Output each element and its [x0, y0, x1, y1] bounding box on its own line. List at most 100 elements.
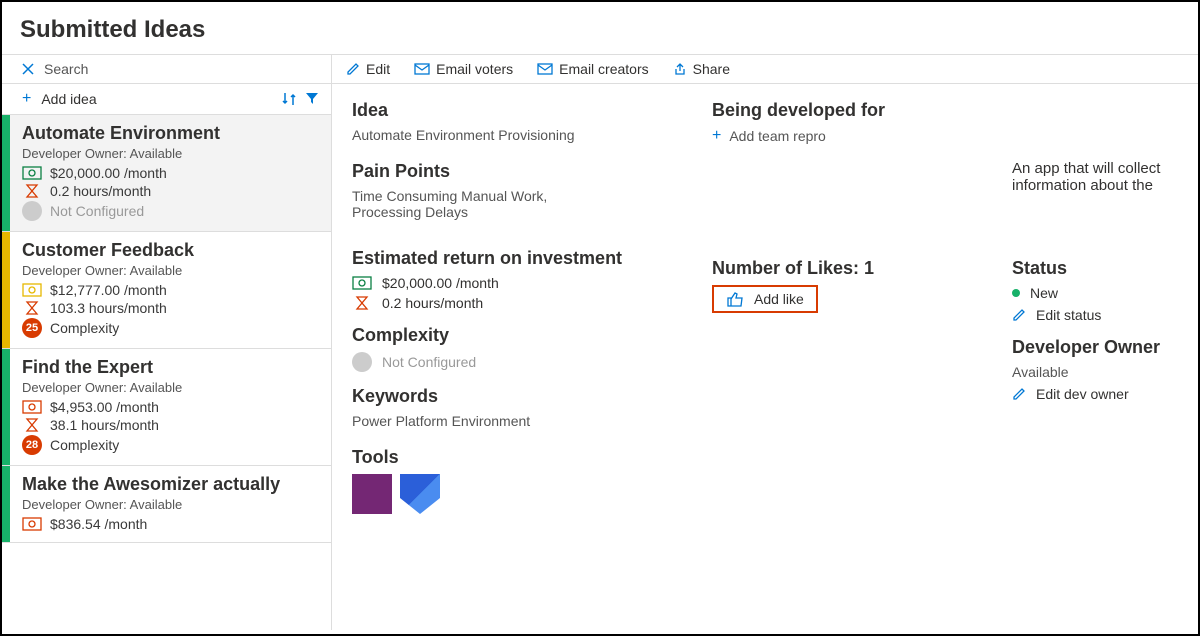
- email-voters-button[interactable]: Email voters: [414, 61, 513, 77]
- ideas-list: Automate EnvironmentDeveloper Owner: Ava…: [2, 115, 331, 630]
- add-like-label: Add like: [754, 291, 804, 307]
- idea-title: Find the Expert: [22, 357, 317, 378]
- idea-title: Make the Awesomizer actually: [22, 474, 317, 495]
- roi-cost-value: $20,000.00 /month: [382, 275, 499, 291]
- color-bar: [2, 466, 10, 542]
- status-label: Status: [1012, 258, 1178, 279]
- add-team-repro-label: Add team repro: [729, 128, 826, 144]
- idea-owner: Developer Owner: Available: [22, 263, 317, 278]
- idea-cost: $836.54 /month: [22, 516, 317, 532]
- complexity-badge-icon: [352, 352, 372, 372]
- edit-status-link[interactable]: Edit status: [1012, 307, 1178, 323]
- color-bar: [2, 232, 10, 348]
- idea-cost: $4,953.00 /month: [22, 399, 317, 415]
- tool-tile-blue[interactable]: [400, 474, 440, 514]
- money-icon: [22, 516, 42, 532]
- complexity-badge-icon: 28: [22, 435, 42, 455]
- tool-tile-purple[interactable]: [352, 474, 392, 514]
- hourglass-icon: [22, 300, 42, 316]
- pain-value: Time Consuming Manual Work, Processing D…: [352, 188, 612, 220]
- share-icon: [673, 62, 687, 76]
- likes-label: Number of Likes: 1: [712, 258, 992, 279]
- email-creators-label: Email creators: [559, 61, 648, 77]
- roi-hours: 0.2 hours/month: [352, 295, 692, 311]
- idea-item[interactable]: Automate EnvironmentDeveloper Owner: Ava…: [2, 115, 331, 232]
- idea-owner: Developer Owner: Available: [22, 146, 317, 161]
- status-row: New: [1012, 285, 1178, 301]
- filter-icon[interactable]: [305, 91, 319, 107]
- detail-panel: Idea Automate Environment Provisioning P…: [332, 84, 1198, 630]
- complexity-badge-icon: 25: [22, 318, 42, 338]
- search-placeholder: Search: [44, 61, 88, 77]
- idea-hours: 103.3 hours/month: [22, 300, 317, 316]
- idea-title: Customer Feedback: [22, 240, 317, 261]
- edit-button[interactable]: Edit: [346, 61, 390, 77]
- description-text: An app that will collect information abo…: [1012, 100, 1178, 194]
- idea-value: Automate Environment Provisioning: [352, 127, 692, 143]
- money-icon: [22, 399, 42, 415]
- idea-complexity: 28Complexity: [22, 435, 317, 455]
- keywords-label: Keywords: [352, 386, 692, 407]
- roi-cost: $20,000.00 /month: [352, 275, 692, 291]
- money-icon: [352, 275, 372, 291]
- tools-row: [352, 474, 692, 514]
- pencil-icon: [1012, 308, 1026, 322]
- search-row[interactable]: Search: [2, 55, 331, 84]
- idea-owner: Developer Owner: Available: [22, 497, 317, 512]
- developed-label: Being developed for: [712, 100, 992, 121]
- sort-icon[interactable]: [281, 91, 297, 107]
- share-label: Share: [693, 61, 730, 77]
- color-bar: [2, 115, 10, 231]
- add-team-repro-link[interactable]: + Add team repro: [712, 127, 992, 145]
- edit-label: Edit: [366, 61, 390, 77]
- idea-hours: 0.2 hours/month: [22, 183, 317, 199]
- plus-icon: +: [712, 127, 721, 145]
- idea-item[interactable]: Customer Feedback Developer Owner: Availa…: [2, 232, 331, 349]
- dev-owner-label: Developer Owner: [1012, 337, 1178, 358]
- add-like-button[interactable]: Add like: [712, 285, 818, 313]
- complexity-row: Not Configured: [352, 352, 692, 372]
- close-icon[interactable]: [22, 63, 34, 75]
- plus-icon: +: [22, 90, 31, 108]
- roi-hours-value: 0.2 hours/month: [382, 295, 483, 311]
- money-icon: [22, 282, 42, 298]
- dev-owner-value: Available: [1012, 364, 1178, 380]
- share-button[interactable]: Share: [673, 61, 730, 77]
- add-idea-label: Add idea: [41, 91, 96, 107]
- idea-owner: Developer Owner: Available: [22, 380, 317, 395]
- toolbar: Edit Email voters Email creators Share: [332, 55, 1198, 84]
- tools-label: Tools: [352, 447, 692, 468]
- pencil-icon: [346, 62, 360, 76]
- page-title: Submitted Ideas: [2, 2, 1198, 54]
- roi-label: Estimated return on investment: [352, 248, 692, 269]
- idea-complexity: 25Complexity: [22, 318, 317, 338]
- idea-cost: $20,000.00 /month: [22, 165, 317, 181]
- edit-dev-owner-link[interactable]: Edit dev owner: [1012, 386, 1178, 402]
- mail-icon: [537, 62, 553, 76]
- edit-status-label: Edit status: [1036, 307, 1101, 323]
- idea-item[interactable]: Find the Expert Developer Owner: Availabl…: [2, 349, 331, 466]
- hourglass-icon: [22, 183, 42, 199]
- email-voters-label: Email voters: [436, 61, 513, 77]
- mail-icon: [414, 62, 430, 76]
- add-idea-row[interactable]: + Add idea: [2, 84, 331, 115]
- idea-cost: $12,777.00 /month: [22, 282, 317, 298]
- color-bar: [2, 349, 10, 465]
- edit-dev-owner-label: Edit dev owner: [1036, 386, 1129, 402]
- content: Edit Email voters Email creators Share: [332, 55, 1198, 630]
- status-value: New: [1030, 285, 1058, 301]
- keywords-value: Power Platform Environment: [352, 413, 692, 429]
- status-dot-icon: [1012, 289, 1020, 297]
- idea-item[interactable]: Make the Awesomizer actually Developer Ow…: [2, 466, 331, 543]
- idea-hours: 38.1 hours/month: [22, 417, 317, 433]
- pain-label: Pain Points: [352, 161, 692, 182]
- hourglass-icon: [22, 417, 42, 433]
- hourglass-icon: [352, 295, 372, 311]
- pencil-icon: [1012, 387, 1026, 401]
- idea-complexity: Not Configured: [22, 201, 317, 221]
- complexity-value: Not Configured: [382, 354, 476, 370]
- thumbs-up-icon: [726, 291, 744, 307]
- sidebar: Search + Add idea Automate EnvironmentDe…: [2, 55, 332, 630]
- complexity-label: Complexity: [352, 325, 692, 346]
- email-creators-button[interactable]: Email creators: [537, 61, 648, 77]
